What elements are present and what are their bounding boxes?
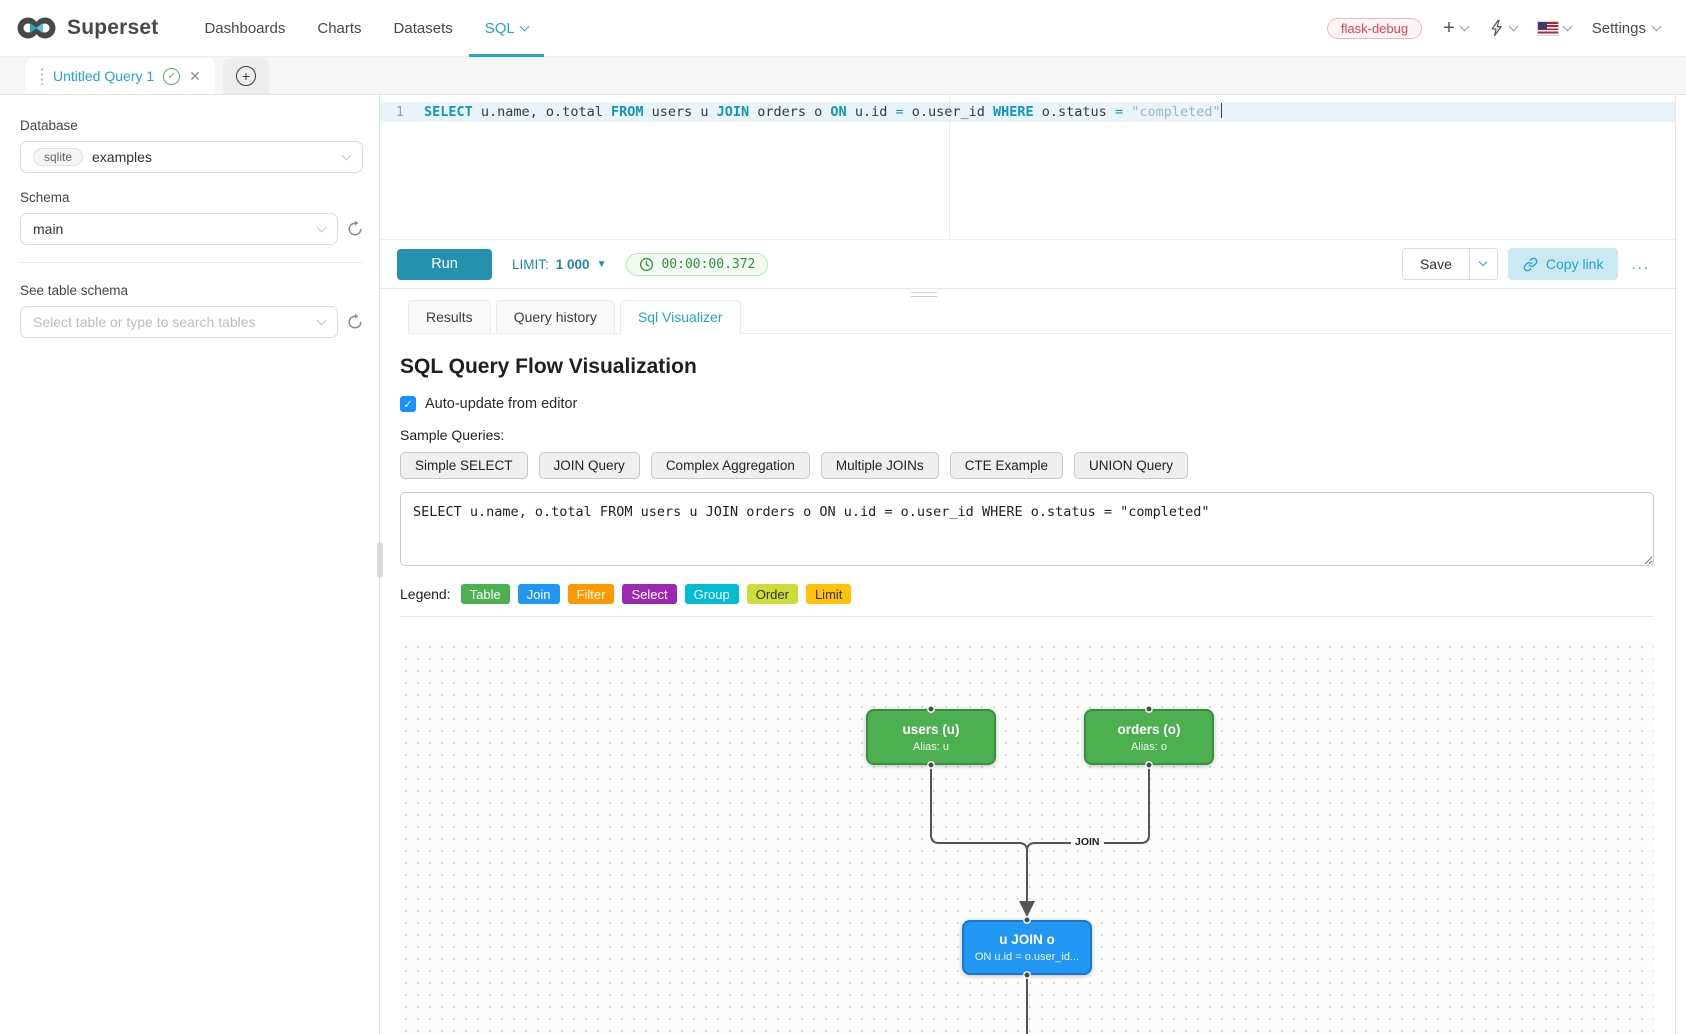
save-dropdown-caret[interactable] <box>1470 248 1498 280</box>
tab-query-history[interactable]: Query history <box>496 300 615 333</box>
nav-charts[interactable]: Charts <box>301 0 377 57</box>
query-tab-title: Untitled Query 1 <box>53 68 154 84</box>
clock-icon <box>639 257 654 272</box>
sample-simple-select-button[interactable]: Simple SELECT <box>400 452 528 479</box>
chevron-down-icon <box>317 222 327 232</box>
circle-plus-icon: + <box>236 66 256 86</box>
editor-line-number: 1 <box>380 102 414 122</box>
database-select[interactable]: sqlite examples <box>20 141 363 173</box>
lightning-icon <box>1489 19 1504 37</box>
legend-chip-order: Order <box>747 584 798 604</box>
new-query-tab-button[interactable]: + <box>223 58 269 94</box>
legend-chip-select: Select <box>622 584 676 604</box>
nav-sql[interactable]: SQL <box>469 0 544 57</box>
sqllab-main: 1 SELECT u.name, o.total FROM users u JO… <box>380 95 1676 1034</box>
run-button[interactable]: Run <box>397 249 492 280</box>
legend: Legend: Table Join Filter Select Group O… <box>400 584 1654 604</box>
sidebar-divider <box>20 262 363 263</box>
legend-chip-filter: Filter <box>568 584 615 604</box>
superset-logo[interactable]: Superset <box>16 16 158 40</box>
result-tabs: Results Query history Sql Visualizer <box>408 300 1675 334</box>
auto-update-label: Auto-update from editor <box>425 396 577 412</box>
save-button[interactable]: Save <box>1402 248 1470 280</box>
plus-icon: + <box>1443 18 1455 38</box>
sample-union-query-button[interactable]: UNION Query <box>1074 452 1188 479</box>
chevron-down-icon <box>1652 21 1662 31</box>
db-engine-tag: sqlite <box>33 148 83 166</box>
settings-menu[interactable]: Settings <box>1592 20 1660 37</box>
sample-multiple-joins-button[interactable]: Multiple JOINs <box>821 452 939 479</box>
superset-infinity-icon <box>16 16 58 40</box>
flow-node-orders[interactable]: orders (o) Alias: o <box>1084 709 1214 765</box>
editor-code-line[interactable]: SELECT u.name, o.total FROM users u JOIN… <box>424 102 1222 122</box>
sql-visualizer-pane: SQL Query Flow Visualization ✓ Auto-upda… <box>400 334 1654 1034</box>
legend-chip-join: Join <box>518 584 560 604</box>
table-select[interactable]: Select table or type to search tables <box>20 306 338 338</box>
sidebar-splitter-handle[interactable] <box>377 542 383 578</box>
sample-complex-aggregation-button[interactable]: Complex Aggregation <box>651 452 810 479</box>
sample-queries-label: Sample Queries: <box>400 427 1654 443</box>
flow-edges <box>400 641 1654 1034</box>
sql-shortcut-menu[interactable] <box>1489 19 1517 37</box>
flow-canvas[interactable]: users (u) Alias: u orders (o) Alias: o u… <box>400 641 1654 1034</box>
query-tab[interactable]: Untitled Query 1 ✓ ✕ <box>26 58 215 94</box>
schema-select[interactable]: main <box>20 213 338 245</box>
close-tab-icon[interactable]: ✕ <box>189 68 201 85</box>
sql-editor[interactable]: 1 SELECT u.name, o.total FROM users u JO… <box>380 95 1675 240</box>
main-nav: Dashboards Charts Datasets SQL <box>188 0 543 57</box>
sample-query-buttons: Simple SELECT JOIN Query Complex Aggrega… <box>400 452 1654 479</box>
chevron-down-icon <box>1508 21 1518 31</box>
sample-join-query-button[interactable]: JOIN Query <box>539 452 640 479</box>
refresh-schemas-icon[interactable] <box>347 221 363 237</box>
legend-chip-limit: Limit <box>806 584 851 604</box>
saved-check-icon: ✓ <box>163 68 180 85</box>
chevron-down-icon <box>1459 21 1469 31</box>
link-icon <box>1523 257 1538 272</box>
query-timer: 00:00:00.372 <box>626 253 768 276</box>
query-input[interactable]: SELECT u.name, o.total FROM users u JOIN… <box>400 492 1654 566</box>
sample-cte-example-button[interactable]: CTE Example <box>950 452 1063 479</box>
refresh-tables-icon[interactable] <box>347 314 363 330</box>
auto-update-checkbox[interactable]: ✓ <box>400 396 416 412</box>
database-label: Database <box>20 118 363 133</box>
brand-name: Superset <box>67 16 158 40</box>
new-item-menu[interactable]: + <box>1443 18 1468 38</box>
sqllab-sidebar: Database sqlite examples Schema main See… <box>0 95 380 1034</box>
limit-dropdown[interactable]: LIMIT:1 000 ▼ <box>512 257 606 272</box>
flow-node-join[interactable]: u JOIN o ON u.id = o.user_id... <box>962 920 1092 975</box>
chevron-down-icon <box>519 21 529 31</box>
chevron-down-icon <box>342 150 352 160</box>
more-actions-button[interactable]: ... <box>1628 256 1653 273</box>
legend-chip-table: Table <box>461 584 510 604</box>
caret-down-icon: ▼ <box>597 259 607 270</box>
nav-dashboards[interactable]: Dashboards <box>188 0 301 57</box>
chevron-down-icon <box>1562 21 1572 31</box>
chevron-down-icon <box>317 315 327 325</box>
language-picker[interactable] <box>1538 22 1571 35</box>
legend-label: Legend: <box>400 586 451 602</box>
join-edge-label: JOIN <box>1071 835 1104 849</box>
table-schema-label: See table schema <box>20 283 363 298</box>
nav-datasets[interactable]: Datasets <box>378 0 469 57</box>
flow-node-users[interactable]: users (u) Alias: u <box>866 709 996 765</box>
us-flag-icon <box>1538 22 1558 35</box>
legend-chip-group: Group <box>685 584 739 604</box>
query-tabstrip: Untitled Query 1 ✓ ✕ + <box>0 57 1686 95</box>
tab-results[interactable]: Results <box>408 300 491 333</box>
tab-sql-visualizer[interactable]: Sql Visualizer <box>620 300 741 333</box>
drag-handle-icon[interactable] <box>40 67 44 85</box>
content-divider <box>400 616 1654 617</box>
pane-drag-handle[interactable] <box>911 292 937 297</box>
copy-link-button[interactable]: Copy link <box>1508 248 1619 280</box>
top-navbar: Superset Dashboards Charts Datasets SQL … <box>0 0 1686 57</box>
editor-toolbar: Run LIMIT:1 000 ▼ 00:00:00.372 Save <box>380 240 1675 288</box>
schema-label: Schema <box>20 190 363 205</box>
flask-debug-badge: flask-debug <box>1327 18 1422 39</box>
page-title: SQL Query Flow Visualization <box>400 355 1654 379</box>
south-pane-divider <box>380 288 1675 300</box>
